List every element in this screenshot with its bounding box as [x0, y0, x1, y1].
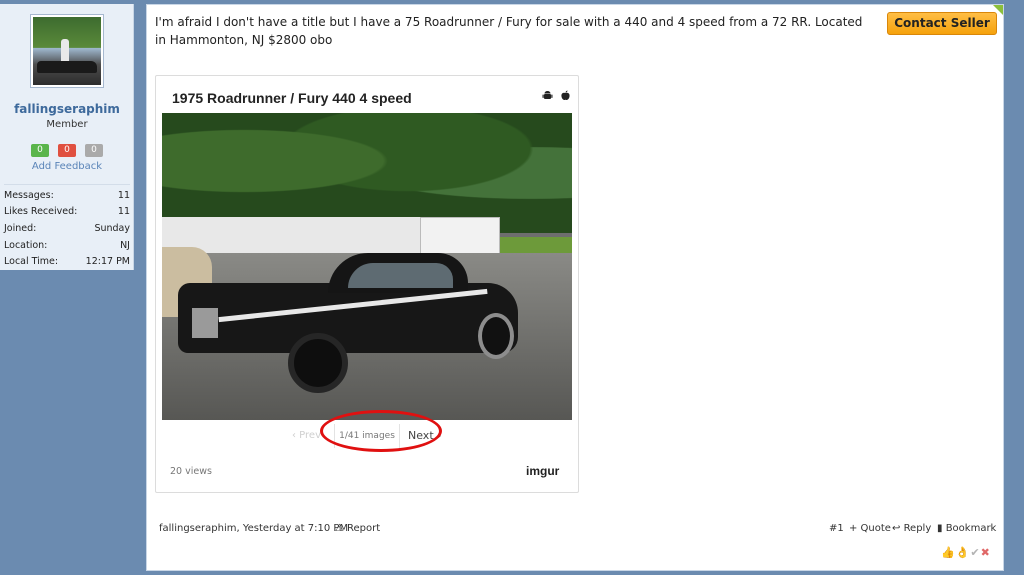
neutral-feedback-badge[interactable]: 0	[85, 144, 103, 157]
user-stats: Messages: 11 Likes Received: 11 Joined: …	[4, 184, 130, 270]
post-ratings[interactable]: 👍👌✔✖	[941, 546, 991, 559]
stat-row-likes: Likes Received: 11	[4, 206, 130, 218]
post-message: I'm afraid I don't have a title but I ha…	[146, 4, 1004, 571]
add-feedback-link[interactable]: Add Feedback	[0, 161, 134, 172]
disagree-x-icon[interactable]: ✖	[981, 546, 991, 559]
post-permalink[interactable]: #1	[829, 523, 844, 534]
stat-row-location: Location: NJ	[4, 239, 130, 251]
like-rating-icon[interactable]: 👍	[941, 546, 956, 559]
red-annotation-circle	[320, 410, 442, 452]
negative-feedback-badge[interactable]: 0	[58, 144, 76, 157]
report-link[interactable]: ⚠ Report	[335, 523, 380, 534]
imgur-logo[interactable]: imgur	[526, 464, 559, 478]
quote-button[interactable]: + Quote	[849, 523, 891, 534]
contact-seller-button[interactable]: Contact Seller	[887, 12, 997, 35]
bookmark-icon: ▮	[937, 523, 946, 534]
car-shape	[178, 253, 518, 393]
post-text: I'm afraid I don't have a title but I ha…	[155, 15, 863, 47]
android-icon[interactable]	[542, 90, 553, 101]
reply-icon: ↩	[892, 523, 904, 534]
avatar[interactable]	[30, 14, 104, 88]
username-link[interactable]: fallingseraphim	[0, 102, 134, 116]
prev-image-button[interactable]: ‹ Prev	[292, 430, 321, 441]
user-info-panel: fallingseraphim Member 0 0 0 Add Feedbac…	[0, 4, 134, 270]
reply-button[interactable]: ↩ Reply	[892, 523, 931, 534]
stat-row-joined: Joined: Sunday	[4, 222, 130, 234]
bookmark-button[interactable]: ▮ Bookmark	[937, 523, 996, 534]
apple-icon[interactable]	[560, 90, 571, 101]
post-author-date[interactable]: fallingseraphim, Yesterday at 7:10 PM	[159, 523, 348, 534]
post-footer: fallingseraphim, Yesterday at 7:10 PM ⚠ R…	[159, 521, 999, 539]
stat-row-messages: Messages: 11	[4, 189, 130, 201]
positive-feedback-badge[interactable]: 0	[31, 144, 49, 157]
thumbs-rating-icon[interactable]: 👌	[956, 546, 971, 559]
car-photo[interactable]	[162, 113, 572, 420]
view-count: 20 views	[170, 466, 212, 477]
agree-check-icon[interactable]: ✔	[970, 546, 980, 559]
warning-icon: ⚠	[335, 523, 344, 534]
avatar-image	[33, 17, 101, 85]
stat-row-local-time: Local Time: 12:17 PM	[4, 256, 130, 268]
embed-title[interactable]: 1975 Roadrunner / Fury 440 4 speed	[172, 90, 412, 106]
imgur-embed: 1975 Roadrunner / Fury 440 4 speed ‹ Pre…	[155, 75, 579, 493]
user-title: Member	[46, 119, 88, 130]
